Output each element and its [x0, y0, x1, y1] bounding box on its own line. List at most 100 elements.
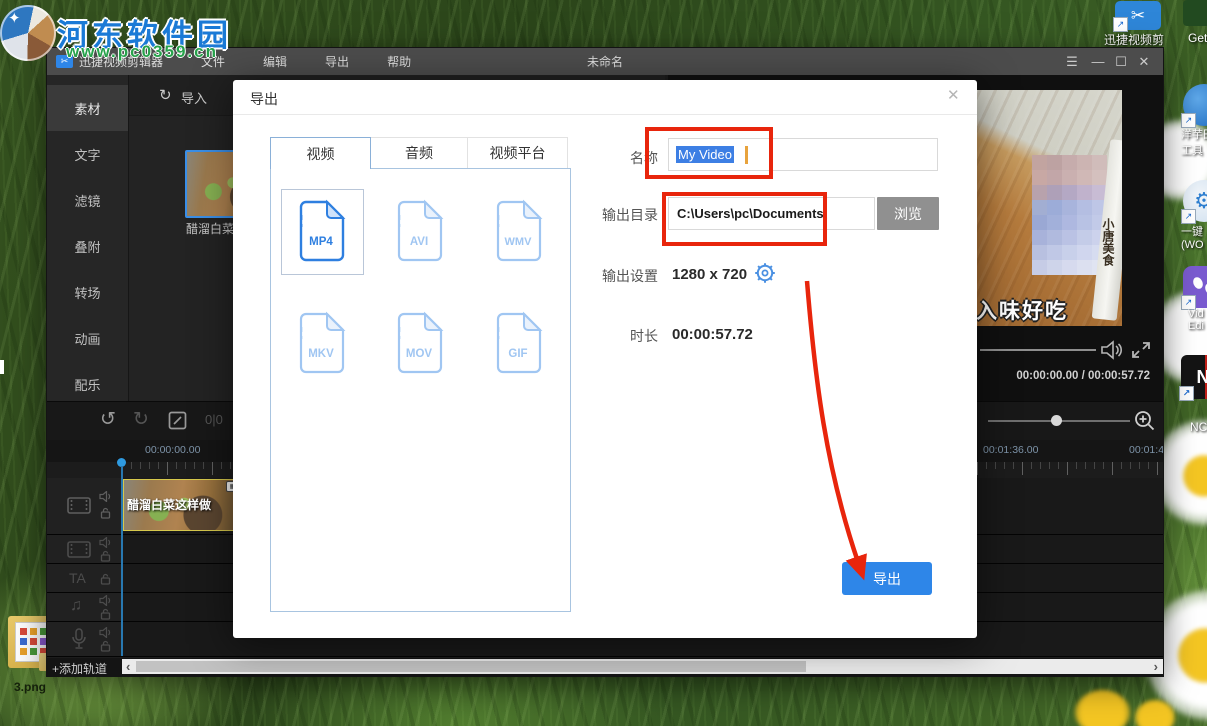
screen-edge-artifact	[0, 360, 4, 374]
format-card-mp4[interactable]: MP4	[293, 199, 349, 263]
browse-button[interactable]: 浏览	[877, 197, 939, 230]
output-settings-label: 输出设置	[602, 268, 658, 284]
star-icon: ✦	[8, 10, 21, 27]
track-header-video1	[47, 478, 123, 534]
site-watermark-logo: ✦	[0, 5, 56, 61]
desktop-icon-video-trim[interactable]: ✂ ↗	[1113, 1, 1161, 32]
format-card-wmv[interactable]: WMV	[490, 199, 546, 263]
sidebar-item-filter[interactable]: 滤镜	[47, 177, 128, 223]
format-card-gif[interactable]: GIF	[490, 311, 546, 375]
desktop-file-label: 3.png	[14, 680, 46, 694]
close-icon[interactable]: ✕	[1133, 48, 1155, 75]
track-header-text: TA	[47, 564, 123, 592]
mosaic-blur-region	[1032, 155, 1047, 170]
sidebar-item-transition[interactable]: 转场	[47, 269, 128, 315]
resolution-value: 1280 x 720	[672, 266, 748, 283]
sidebar-item-material[interactable]: 素材	[47, 85, 128, 131]
annotation-box-name-field	[645, 127, 773, 179]
window-menu-icon[interactable]: ☰	[1061, 48, 1083, 75]
format-label: MOV	[406, 348, 433, 360]
minimize-icon[interactable]: —	[1087, 48, 1109, 75]
format-label: MP4	[309, 236, 333, 248]
tab-video[interactable]: 视频	[270, 137, 371, 169]
add-track-button[interactable]: +添加轨道	[52, 660, 107, 676]
menu-export[interactable]: 导出	[325, 53, 349, 70]
format-label: GIF	[508, 348, 527, 360]
track-header-voice	[47, 622, 123, 656]
import-icon: ↻	[159, 87, 172, 104]
mute-icon[interactable]	[99, 627, 112, 638]
format-card-mkv[interactable]: MKV	[293, 311, 349, 375]
undo-icon[interactable]: ↺	[100, 408, 116, 431]
desktop-icon-label: 一键 (WO	[1181, 223, 1207, 251]
export-confirm-button[interactable]: 导出	[842, 562, 932, 595]
scroll-right-icon[interactable]: ›	[1154, 659, 1158, 674]
lock-icon[interactable]	[100, 507, 111, 519]
sidebar-item-animation[interactable]: 动画	[47, 315, 128, 361]
mute-icon[interactable]	[99, 595, 112, 606]
scroll-left-icon[interactable]: ‹	[126, 659, 130, 674]
video-track-icon	[67, 497, 91, 514]
settings-gear-icon[interactable]	[753, 261, 777, 285]
desktop-icon-label-get: Get	[1188, 31, 1207, 45]
dialog-separator	[233, 114, 977, 115]
tab-video-platform[interactable]: 视频平台	[468, 137, 568, 168]
desktop-icon-label: NCH	[1190, 420, 1207, 434]
label-line: 一键	[1181, 226, 1203, 238]
fullscreen-icon[interactable]	[1131, 341, 1151, 359]
format-label: MKV	[308, 348, 334, 360]
tab-audio[interactable]: 音频	[371, 137, 468, 168]
format-label: WMV	[505, 236, 533, 248]
image-grid-thumbnail	[20, 628, 27, 635]
sidebar: 素材 文字 滤镜 叠附 转场 动画 配乐	[47, 75, 129, 401]
format-panel: MP4 AVI WMV MKV MOV GIF	[270, 168, 571, 612]
format-card-avi[interactable]: AVI	[391, 199, 447, 263]
microphone-track-icon	[72, 628, 86, 649]
desktop-icon-cut-off[interactable]	[1183, 0, 1207, 26]
mute-icon[interactable]	[99, 491, 112, 502]
scrollbar-thumb[interactable]	[136, 661, 806, 672]
volume-icon[interactable]	[1100, 340, 1124, 360]
lock-icon[interactable]	[100, 573, 111, 585]
horizontal-scrollbar[interactable]: ‹ ›	[122, 659, 1163, 674]
lock-icon[interactable]	[100, 608, 111, 620]
label-line: 洋芋田	[1181, 129, 1207, 141]
split-icon[interactable]: 0|0	[205, 412, 223, 427]
timeline-clip[interactable]: 醋溜白菜这样做 ▦	[123, 479, 241, 531]
dialog-close-icon[interactable]: ✕	[947, 86, 960, 104]
track-header-music: ♫	[47, 593, 123, 621]
edit-icon[interactable]	[168, 411, 187, 430]
timeline-bottom-bar: +添加轨道 ‹ ›	[47, 658, 1163, 676]
scissors-icon: ✂	[1130, 5, 1146, 25]
lock-icon[interactable]	[100, 550, 111, 562]
text-track-icon: TA	[69, 570, 86, 586]
sidebar-item-text[interactable]: 文字	[47, 131, 128, 177]
zoom-in-icon[interactable]	[1133, 409, 1157, 433]
subtitle-overlay: 入味好吃	[976, 300, 1068, 323]
track-header-video2	[47, 535, 123, 563]
project-title: 未命名	[586, 55, 624, 69]
zoom-slider-handle[interactable]	[1051, 415, 1062, 426]
desktop-icon-nch[interactable]: N ↗	[1179, 355, 1207, 401]
mute-icon[interactable]	[99, 537, 112, 548]
screen: ✂ ↗ 迅捷视频剪 Get ↗ 洋芋田 工具 ⚙ ↗ 一键 (WO ↗ Vid …	[0, 0, 1207, 726]
sidebar-item-overlay[interactable]: 叠附	[47, 223, 128, 269]
annotation-box-output-dir	[662, 192, 827, 246]
desktop-icon-label: 迅捷视频剪	[1104, 33, 1165, 47]
shortcut-badge-icon: ↗	[1181, 209, 1196, 224]
redo-icon[interactable]: ↻	[133, 408, 149, 431]
label-line: 工具	[1181, 145, 1203, 157]
import-button[interactable]: 导入	[181, 88, 207, 107]
desktop-icon-video-editor[interactable]: ↗	[1181, 266, 1207, 310]
label-line: Vid	[1188, 308, 1204, 320]
menu-help[interactable]: 帮助	[387, 53, 411, 70]
seek-bar[interactable]	[980, 349, 1096, 351]
lock-icon[interactable]	[100, 640, 111, 652]
format-card-mov[interactable]: MOV	[391, 311, 447, 375]
menu-edit[interactable]: 编辑	[263, 53, 287, 70]
ruler-timecode-left: 00:00:00.00	[145, 444, 201, 456]
ruler-timecode-right: 00:01:36.00	[983, 444, 1039, 456]
clip-overlay-text: 醋溜白菜这样做	[127, 498, 212, 512]
maximize-icon[interactable]: ☐	[1110, 48, 1132, 75]
format-label: AVI	[410, 236, 428, 248]
